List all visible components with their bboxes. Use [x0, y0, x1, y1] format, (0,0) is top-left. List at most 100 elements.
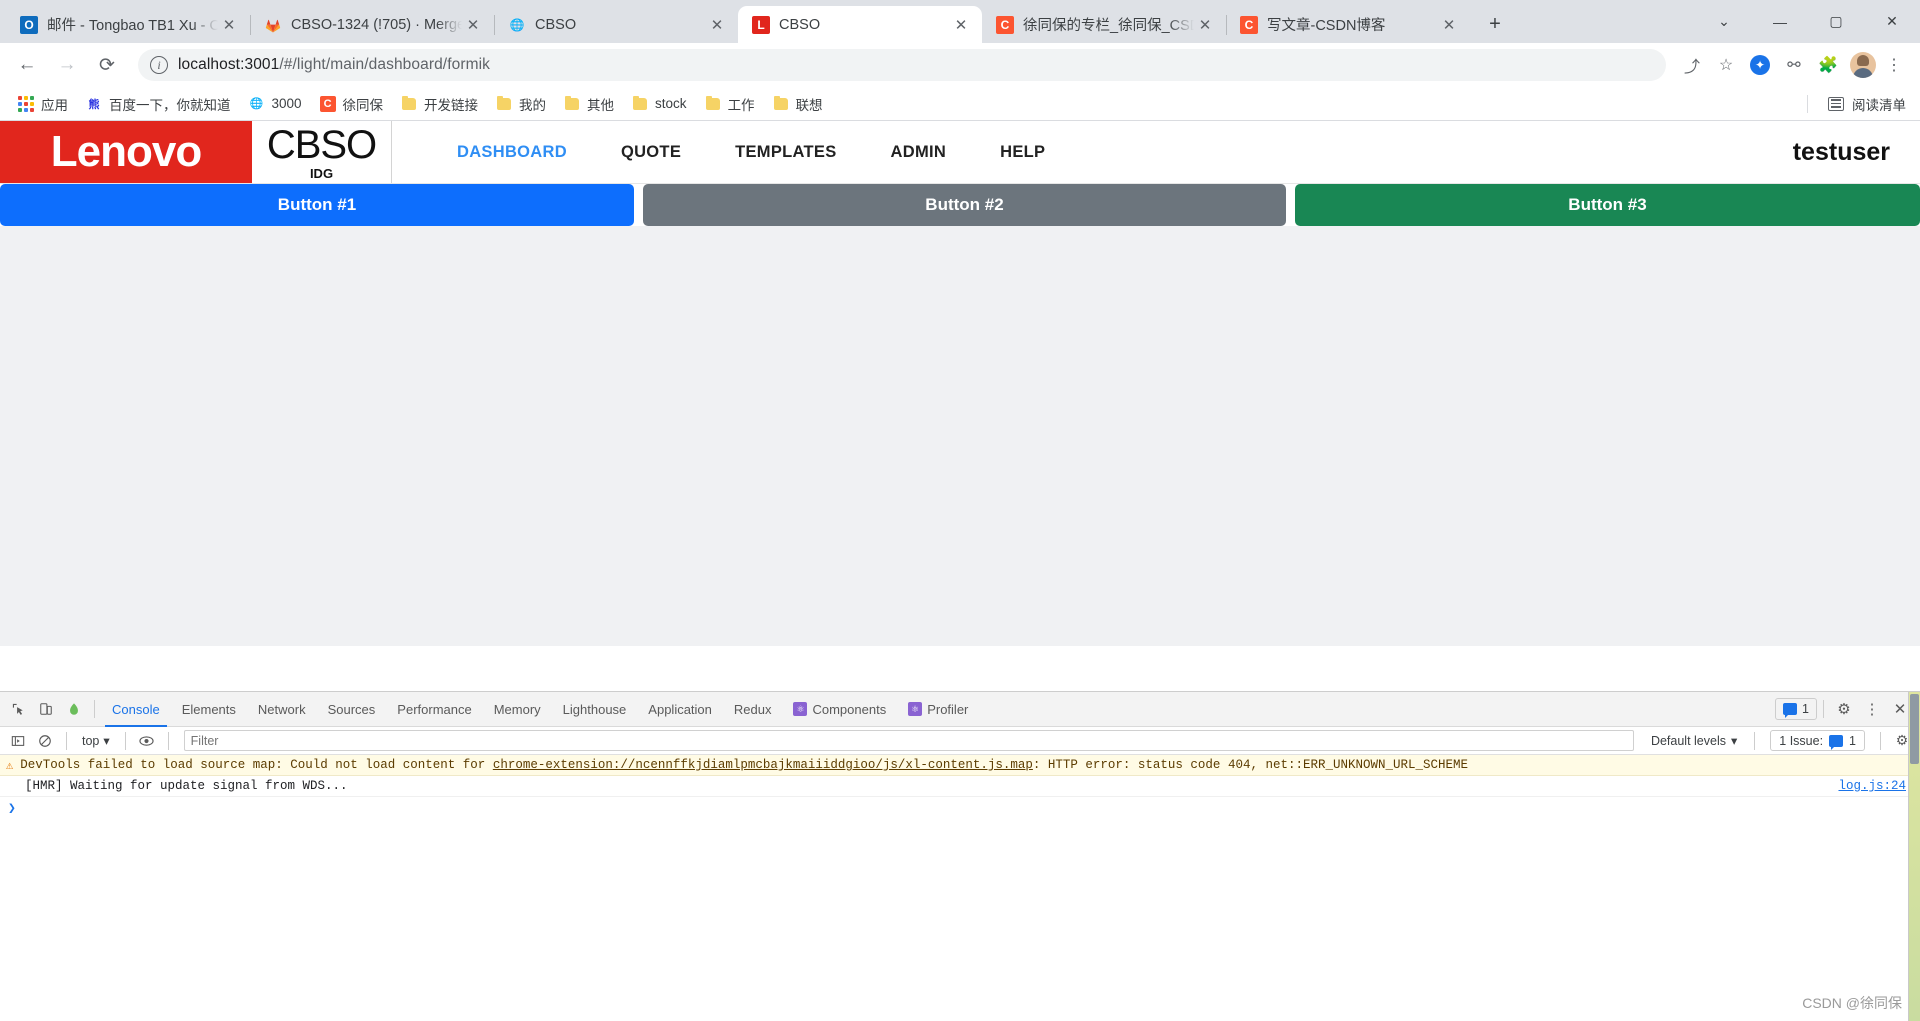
folder-icon: [496, 96, 512, 112]
devtools-tab-sources[interactable]: Sources: [317, 692, 387, 727]
tab-title: CBSO-1324 (!705) · Merge: [291, 17, 462, 33]
bookmark-3000[interactable]: 🌐 3000: [241, 91, 310, 117]
browser-tab-6[interactable]: C 写文章-CSDN博客 ✕: [1226, 6, 1470, 43]
bookmark-folder-mine[interactable]: 我的: [488, 91, 554, 117]
sidebar-icon[interactable]: [6, 729, 30, 753]
bookmark-folder-dev[interactable]: 开发链接: [393, 91, 486, 117]
devtools-tab-elements[interactable]: Elements: [171, 692, 247, 727]
reading-list-button[interactable]: 阅读清单: [1828, 94, 1906, 114]
folder-icon: [564, 96, 580, 112]
globe-icon: 🌐: [249, 96, 265, 112]
live-expression-icon[interactable]: [135, 729, 159, 753]
devtools-tab-application[interactable]: Application: [637, 692, 723, 727]
nav-item-admin[interactable]: ADMIN: [864, 143, 974, 162]
info-icon[interactable]: i: [150, 56, 168, 74]
share-icon[interactable]: ⤴: [1676, 49, 1708, 81]
browser-tab-3[interactable]: 🌐 CBSO ✕: [494, 6, 738, 43]
console-message-info[interactable]: [HMR] Waiting for update signal from WDS…: [0, 776, 1920, 797]
new-tab-button[interactable]: +: [1478, 7, 1512, 41]
console-prompt[interactable]: ❯: [0, 797, 1920, 819]
forward-icon[interactable]: →: [50, 48, 84, 82]
react-icon: ⚛: [908, 702, 922, 716]
bookmark-apps[interactable]: 应用: [10, 91, 76, 117]
devtools-tab-performance[interactable]: Performance: [386, 692, 482, 727]
tab-search-chevron-down-icon[interactable]: ⌄: [1696, 0, 1752, 43]
avatar[interactable]: [1850, 52, 1876, 78]
nav-item-dashboard[interactable]: DASHBOARD: [430, 143, 594, 162]
bookmark-baidu[interactable]: 熊 百度一下，你就知道: [78, 91, 239, 117]
devtools-tab-redux[interactable]: Redux: [723, 692, 783, 727]
maximize-icon[interactable]: ▢: [1808, 0, 1864, 43]
bookmarks-divider: [1807, 95, 1808, 113]
tab-close-icon[interactable]: ✕: [462, 14, 484, 36]
button-1[interactable]: Button #1: [0, 184, 634, 226]
console-context-selector[interactable]: top ▾: [76, 733, 116, 748]
current-user-label[interactable]: testuser: [1793, 121, 1920, 183]
address-bar[interactable]: i localhost:3001/#/light/main/dashboard/…: [138, 49, 1666, 81]
message-bubble-icon: [1783, 703, 1797, 715]
minimize-icon[interactable]: —: [1752, 0, 1808, 43]
devtools-tab-components[interactable]: ⚛ Components: [782, 692, 897, 727]
devtools-tab-memory[interactable]: Memory: [483, 692, 552, 727]
bookmark-folder-other[interactable]: 其他: [556, 91, 622, 117]
inspect-icon[interactable]: [4, 695, 32, 723]
button-3[interactable]: Button #3: [1295, 184, 1920, 226]
scrollbar-thumb[interactable]: [1910, 694, 1919, 764]
csdn-icon: C: [1240, 16, 1258, 34]
issues-badge[interactable]: 1 Issue: 1: [1770, 730, 1865, 751]
outlook-icon: O: [20, 16, 38, 34]
tab-title: CBSO: [535, 17, 706, 33]
browser-tab-5[interactable]: C 徐同保的专栏_徐同保_CSDN ✕: [982, 6, 1226, 43]
nav-item-templates[interactable]: TEMPLATES: [708, 143, 863, 162]
app-header: Lenovo CBSO IDG DASHBOARD QUOTE TEMPLATE…: [0, 121, 1920, 184]
tab-close-icon[interactable]: ✕: [950, 14, 972, 36]
close-icon[interactable]: ✕: [1864, 0, 1920, 43]
console-message-source[interactable]: log.js:24: [1838, 779, 1906, 793]
gear-icon[interactable]: ⚙: [1830, 695, 1858, 723]
bookmark-csdn[interactable]: C 徐同保: [312, 91, 392, 117]
puzzle-icon[interactable]: 🧩: [1812, 49, 1844, 81]
console-filter-input[interactable]: [184, 730, 1634, 751]
divider: [66, 732, 67, 750]
nav-item-help[interactable]: HELP: [973, 143, 1072, 162]
devtools-scrollbar[interactable]: [1908, 692, 1920, 1021]
kebab-menu-icon[interactable]: ⋮: [1858, 695, 1886, 723]
console-message-link[interactable]: chrome-extension://ncennffkjdiamlpmcbajk…: [493, 758, 1033, 772]
back-icon[interactable]: ←: [10, 48, 44, 82]
link-icon[interactable]: ⚯: [1778, 49, 1810, 81]
button-2[interactable]: Button #2: [643, 184, 1286, 226]
kebab-menu-icon[interactable]: ⋮: [1878, 49, 1910, 81]
browser-tab-2[interactable]: CBSO-1324 (!705) · Merge ✕: [250, 6, 494, 43]
devtools-tab-profiler[interactable]: ⚛ Profiler: [897, 692, 979, 727]
address-bar-url: localhost:3001/#/light/main/dashboard/fo…: [178, 56, 490, 74]
button-row: Button #1 Button #2 Button #3: [0, 184, 1920, 226]
devtools-tab-console[interactable]: Console: [101, 692, 171, 727]
tab-close-icon[interactable]: ✕: [1194, 14, 1216, 36]
device-toolbar-icon[interactable]: [32, 695, 60, 723]
bookmark-folder-stock[interactable]: stock: [624, 91, 695, 117]
devtools-tab-network[interactable]: Network: [247, 692, 317, 727]
nav-item-quote[interactable]: QUOTE: [594, 143, 708, 162]
star-icon[interactable]: ☆: [1710, 49, 1742, 81]
divider: [1754, 732, 1755, 750]
extension-blue-icon[interactable]: ✦: [1744, 49, 1776, 81]
cbso-logo-title: CBSO: [267, 125, 376, 165]
console-message-warning[interactable]: ⚠ DevTools failed to load source map: Co…: [0, 755, 1920, 776]
console-levels-selector[interactable]: Default levels ▾: [1643, 733, 1745, 748]
bookmark-label: 应用: [41, 94, 68, 114]
reload-icon[interactable]: ⟳: [90, 48, 124, 82]
tab-close-icon[interactable]: ✕: [706, 14, 728, 36]
devtools-tab-lighthouse[interactable]: Lighthouse: [552, 692, 638, 727]
tab-strip: O 邮件 - Tongbao TB1 Xu - O ✕ CBSO-1324 (!…: [0, 0, 1920, 43]
tab-close-icon[interactable]: ✕: [218, 14, 240, 36]
bookmark-folder-lenovo[interactable]: 联想: [765, 91, 831, 117]
react-leaf-icon[interactable]: [60, 695, 88, 723]
message-count-badge[interactable]: 1: [1775, 698, 1817, 720]
browser-toolbar: ← → ⟳ i localhost:3001/#/light/main/dash…: [0, 43, 1920, 87]
clear-console-icon[interactable]: [33, 729, 57, 753]
bookmark-folder-work[interactable]: 工作: [697, 91, 763, 117]
bookmark-label: 徐同保: [343, 94, 384, 114]
browser-tab-4-active[interactable]: L CBSO ✕: [738, 6, 982, 43]
browser-tab-1[interactable]: O 邮件 - Tongbao TB1 Xu - O ✕: [6, 6, 250, 43]
tab-close-icon[interactable]: ✕: [1438, 14, 1460, 36]
